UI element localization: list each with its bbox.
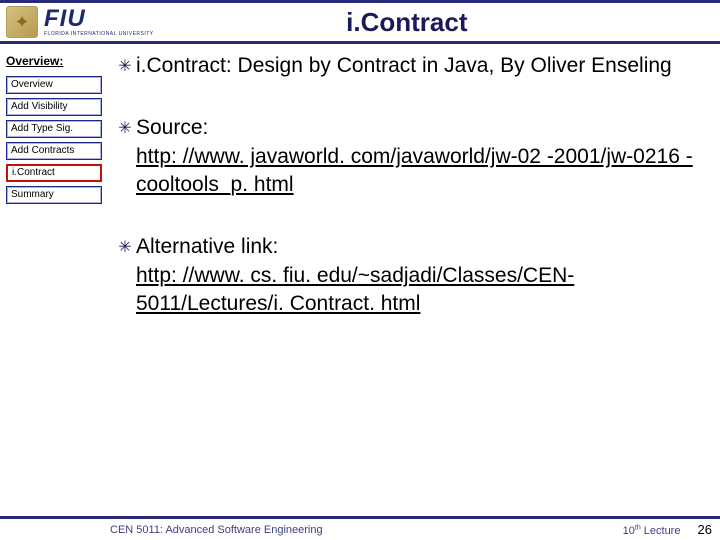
bullet-text: i.Contract: Design by Contract in Java, … bbox=[136, 52, 672, 80]
slide-title: i.Contract bbox=[154, 7, 720, 38]
fiu-fullname: FLORIDA INTERNATIONAL UNIVERSITY bbox=[44, 31, 154, 37]
nav-item-overview[interactable]: Overview bbox=[6, 76, 102, 94]
nav-item-add-visibility[interactable]: Add Visibility bbox=[6, 98, 102, 116]
content-area: ✳i.Contract: Design by Contract in Java,… bbox=[108, 44, 720, 516]
bullet-1: ✳Source: http: //www. javaworld. com/jav… bbox=[114, 114, 702, 199]
sidebar: Overview: Overview Add Visibility Add Type… bbox=[0, 44, 108, 516]
nav-item-i-contract[interactable]: i.Contract bbox=[6, 164, 102, 182]
footer-lecture: 10th Lecture 26 bbox=[623, 522, 712, 537]
link[interactable]: http: //www. cs. fiu. edu/~sadjadi/Class… bbox=[136, 264, 574, 315]
bullet-0: ✳i.Contract: Design by Contract in Java,… bbox=[114, 52, 702, 80]
bullet-icon: ✳ bbox=[114, 114, 136, 199]
footer: CEN 5011: Advanced Software Engineering … bbox=[0, 516, 720, 540]
fiu-acronym: FIU bbox=[44, 7, 154, 31]
bullet-text: Source: http: //www. javaworld. com/java… bbox=[136, 114, 702, 199]
fiu-logo-text: FIU FLORIDA INTERNATIONAL UNIVERSITY bbox=[44, 7, 154, 37]
footer-course: CEN 5011: Advanced Software Engineering bbox=[110, 524, 323, 536]
bullet-icon: ✳ bbox=[114, 52, 136, 80]
seal-glyph: ✦ bbox=[14, 12, 29, 33]
link[interactable]: http: //www. javaworld. com/javaworld/jw… bbox=[136, 145, 693, 196]
nav-item-add-contracts[interactable]: Add Contracts bbox=[6, 142, 102, 160]
bullet-2: ✳Alternative link: http: //www. cs. fiu.… bbox=[114, 233, 702, 318]
bullet-text: Alternative link: http: //www. cs. fiu. … bbox=[136, 233, 702, 318]
sidebar-heading: Overview: bbox=[6, 54, 102, 68]
body: Overview: Overview Add Visibility Add Type… bbox=[0, 44, 720, 516]
page-number: 26 bbox=[698, 522, 712, 537]
bullet-icon: ✳ bbox=[114, 233, 136, 318]
nav-item-summary[interactable]: Summary bbox=[6, 186, 102, 204]
seal-logo: ✦ bbox=[6, 6, 38, 38]
header: ✦ FIU FLORIDA INTERNATIONAL UNIVERSITY i… bbox=[0, 0, 720, 44]
nav-item-add-type-sig-[interactable]: Add Type Sig. bbox=[6, 120, 102, 138]
